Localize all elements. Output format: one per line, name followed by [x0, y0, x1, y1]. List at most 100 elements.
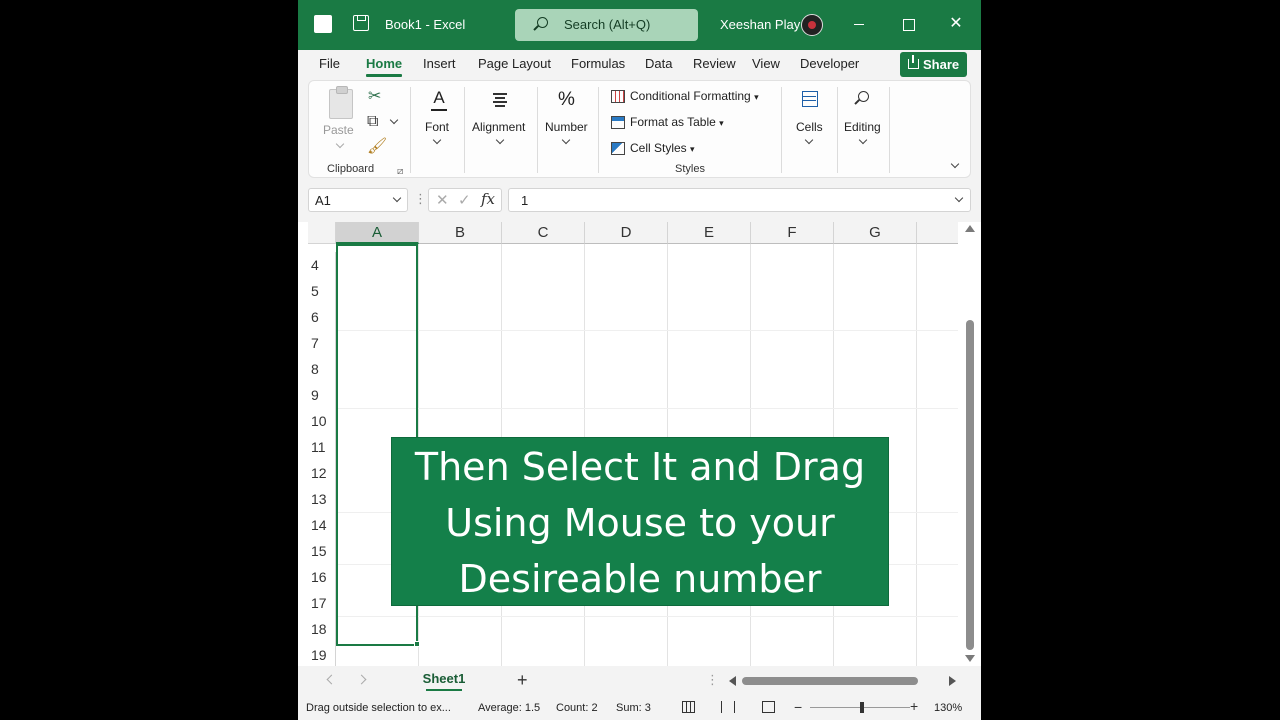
- search-icon: [537, 17, 548, 28]
- row-header[interactable]: 9: [308, 382, 336, 408]
- cut-icon[interactable]: ✂: [368, 89, 381, 105]
- ribbon-collapse-chevron-icon[interactable]: [950, 159, 960, 169]
- zoom-out-button[interactable]: −: [794, 699, 802, 715]
- page-layout-view-icon[interactable]: [762, 701, 775, 713]
- cell-styles-button[interactable]: Cell Styles ▾: [611, 141, 695, 155]
- more-options-icon[interactable]: ⋮: [706, 672, 719, 688]
- formula-buttons: ✕ ✓ fx: [428, 188, 502, 212]
- scroll-up-icon[interactable]: [965, 225, 975, 232]
- status-sum[interactable]: Sum: 3: [616, 702, 651, 714]
- vertical-scroll-thumb[interactable]: [966, 320, 974, 650]
- next-sheet-icon[interactable]: [356, 674, 367, 685]
- clipboard-icon: [329, 86, 353, 119]
- formula-bar: A1 ⋮ ✕ ✓ fx 1: [298, 180, 981, 222]
- select-all-corner[interactable]: [308, 222, 336, 244]
- conditional-formatting-button[interactable]: Conditional Formatting ▾: [611, 89, 759, 103]
- vertical-scrollbar[interactable]: [958, 222, 981, 666]
- cancel-icon[interactable]: ✕: [436, 191, 449, 209]
- insert-function-icon[interactable]: fx: [481, 190, 495, 208]
- font-color-icon: A: [430, 89, 448, 111]
- column-header-g[interactable]: G: [834, 222, 917, 244]
- name-box[interactable]: A1: [308, 188, 408, 212]
- row-header[interactable]: 13: [308, 486, 336, 512]
- percent-icon: %: [558, 89, 575, 110]
- tab-file[interactable]: File: [319, 56, 340, 71]
- row-header[interactable]: 11: [308, 434, 336, 460]
- chevron-down-icon: [335, 139, 345, 149]
- add-sheet-button[interactable]: +: [517, 670, 528, 691]
- close-button[interactable]: ✕: [946, 13, 966, 35]
- column-header-f[interactable]: F: [751, 222, 834, 244]
- row-header[interactable]: 17: [308, 590, 336, 616]
- document-title: Book1 - Excel: [385, 17, 466, 32]
- format-painter-icon[interactable]: 🖌: [367, 139, 387, 155]
- tab-developer[interactable]: Developer: [800, 56, 859, 71]
- row-header[interactable]: 15: [308, 538, 336, 564]
- format-as-table-button[interactable]: Format as Table ▾: [611, 115, 724, 129]
- row-header[interactable]: 18: [308, 616, 336, 642]
- more-options-icon[interactable]: ⋮: [414, 191, 427, 207]
- column-header-d[interactable]: D: [585, 222, 668, 244]
- formula-value: 1: [521, 193, 529, 208]
- scroll-right-icon[interactable]: [949, 676, 956, 686]
- cell-styles-icon: [611, 142, 625, 155]
- chevron-down-icon[interactable]: [392, 193, 402, 203]
- normal-view-icon[interactable]: [682, 701, 695, 713]
- ribbon-separator: [537, 87, 538, 173]
- maximize-button[interactable]: [898, 13, 918, 35]
- tab-data[interactable]: Data: [645, 56, 672, 71]
- tab-page-layout[interactable]: Page Layout: [478, 56, 551, 71]
- row-header[interactable]: 19: [308, 642, 336, 666]
- row-header[interactable]: 5: [308, 278, 336, 304]
- tab-home[interactable]: Home: [366, 56, 402, 71]
- expand-formula-bar-icon[interactable]: [954, 193, 964, 203]
- share-button[interactable]: Share: [900, 52, 967, 77]
- row-header[interactable]: 12: [308, 460, 336, 486]
- paste-label: Paste: [323, 123, 354, 137]
- enter-icon[interactable]: ✓: [458, 191, 471, 209]
- status-average[interactable]: Average: 1.5: [478, 702, 540, 714]
- zoom-slider-thumb[interactable]: [860, 702, 864, 713]
- search-box[interactable]: Search (Alt+Q): [515, 9, 698, 41]
- column-header-b[interactable]: B: [419, 222, 502, 244]
- avatar[interactable]: [801, 14, 823, 36]
- row-header[interactable]: 7: [308, 330, 336, 356]
- row-header[interactable]: 14: [308, 512, 336, 538]
- page-break-view-icon[interactable]: [721, 701, 735, 713]
- ribbon-separator: [410, 87, 411, 173]
- tab-review[interactable]: Review: [693, 56, 736, 71]
- formula-input[interactable]: 1: [508, 188, 971, 212]
- dialog-launcher-icon[interactable]: ⧄: [397, 164, 403, 180]
- row-header[interactable]: 4: [308, 252, 336, 278]
- column-header-e[interactable]: E: [668, 222, 751, 244]
- fill-handle[interactable]: [414, 641, 420, 647]
- prev-sheet-icon[interactable]: [326, 674, 337, 685]
- horizontal-scroll-thumb[interactable]: [742, 677, 918, 685]
- row-header[interactable]: 16: [308, 564, 336, 590]
- minimize-button[interactable]: [849, 13, 869, 35]
- user-name[interactable]: Xeeshan Play: [720, 17, 800, 32]
- excel-app-icon[interactable]: X: [314, 15, 332, 33]
- scroll-down-icon[interactable]: [965, 655, 975, 662]
- status-count[interactable]: Count: 2: [556, 702, 598, 714]
- column-header-c[interactable]: C: [502, 222, 585, 244]
- zoom-level[interactable]: 130%: [934, 702, 962, 714]
- row-header[interactable]: 10: [308, 408, 336, 434]
- sheet-tab[interactable]: Sheet1: [418, 668, 470, 692]
- search-label: Search (Alt+Q): [564, 17, 651, 32]
- scroll-left-icon[interactable]: [729, 676, 736, 686]
- title-bar: X Book1 - Excel Search (Alt+Q) Xeeshan P…: [298, 0, 981, 50]
- chevron-down-icon: [389, 115, 399, 125]
- search-icon: [858, 91, 869, 102]
- caption-line: Desireable number: [458, 557, 822, 601]
- tab-insert[interactable]: Insert: [423, 56, 456, 71]
- row-header[interactable]: 6: [308, 304, 336, 330]
- save-icon[interactable]: [353, 15, 369, 31]
- conditional-formatting-icon: [611, 90, 625, 103]
- column-header-a[interactable]: A: [336, 222, 419, 244]
- row-header[interactable]: 8: [308, 356, 336, 382]
- tab-formulas[interactable]: Formulas: [571, 56, 625, 71]
- tab-view[interactable]: View: [752, 56, 780, 71]
- zoom-in-button[interactable]: +: [910, 698, 918, 714]
- column-header-h[interactable]: H: [917, 222, 958, 244]
